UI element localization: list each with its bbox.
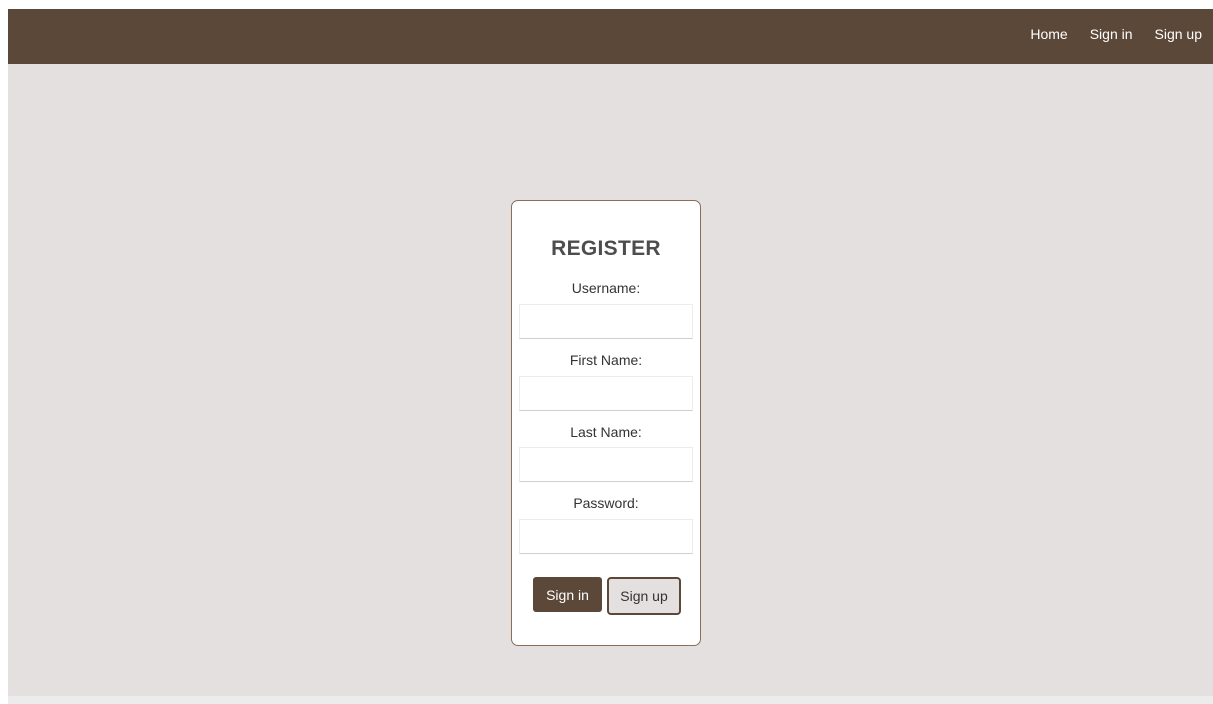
username-input[interactable] <box>519 304 693 339</box>
password-input[interactable] <box>519 519 693 554</box>
sign-in-button[interactable]: Sign in <box>533 577 602 612</box>
register-card: REGISTER Username: First Name: Last Name… <box>511 200 701 646</box>
username-label: Username: <box>571 280 641 296</box>
password-label: Password: <box>573 495 639 511</box>
last-name-label: Last Name: <box>570 424 642 440</box>
register-title: REGISTER <box>551 237 661 260</box>
page-background: Home Sign in Sign up REGISTER Username: … <box>8 9 1213 696</box>
nav-link-sign-in[interactable]: Sign in <box>1090 26 1133 42</box>
footer-strip <box>8 696 1213 704</box>
top-navbar: Home Sign in Sign up <box>8 9 1213 64</box>
first-name-input[interactable] <box>519 376 693 411</box>
last-name-input[interactable] <box>519 447 693 482</box>
first-name-label: First Name: <box>569 352 643 368</box>
nav-link-home[interactable]: Home <box>1030 26 1067 42</box>
nav-link-sign-up[interactable]: Sign up <box>1155 26 1202 42</box>
nav-links: Home Sign in Sign up <box>1030 9 1202 59</box>
sign-up-button[interactable]: Sign up <box>607 577 681 615</box>
